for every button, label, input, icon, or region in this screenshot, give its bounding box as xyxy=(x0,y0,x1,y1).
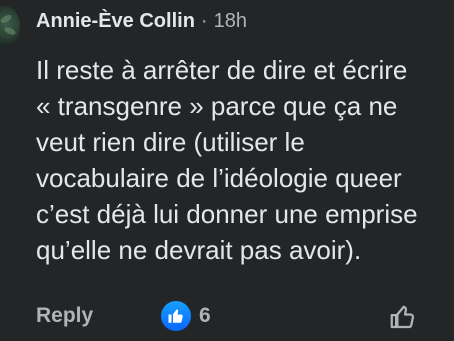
comment-text-line: qu’elle ne devrait pas avoir). xyxy=(36,235,362,265)
reaction-summary[interactable]: 6 xyxy=(161,301,211,331)
comment-text-line: Il reste à arrêter de dire et écrire xyxy=(36,55,408,85)
avatar-leaf-decoration xyxy=(3,25,17,37)
avatar[interactable] xyxy=(0,6,20,46)
timestamp[interactable]: 18h xyxy=(214,10,247,33)
author-name[interactable]: Annie-Ève Collin xyxy=(36,10,195,33)
reply-button[interactable]: Reply xyxy=(36,304,93,328)
comment-header: Annie-Ève Collin · 18h xyxy=(36,10,247,36)
separator-dot: · xyxy=(200,10,208,32)
like-button[interactable] xyxy=(386,300,420,334)
avatar-leaf-decoration xyxy=(0,13,13,25)
comment-text: Il reste à arrêter de dire et écrire « t… xyxy=(36,52,454,268)
like-reaction-icon xyxy=(161,301,191,331)
comment-text-line: « transgenre » parce que ça ne xyxy=(36,91,398,121)
thumbs-up-outline-icon xyxy=(390,305,415,329)
comment-text-line: veut rien dire (utiliser le xyxy=(36,127,305,157)
comment-text-line: vocabulaire de l’idéologie queer xyxy=(36,163,402,193)
comment-actions: Reply 6 xyxy=(36,299,454,335)
comment-text-line: c’est déjà lui donner une emprise xyxy=(36,199,418,229)
reaction-count: 6 xyxy=(199,304,211,327)
